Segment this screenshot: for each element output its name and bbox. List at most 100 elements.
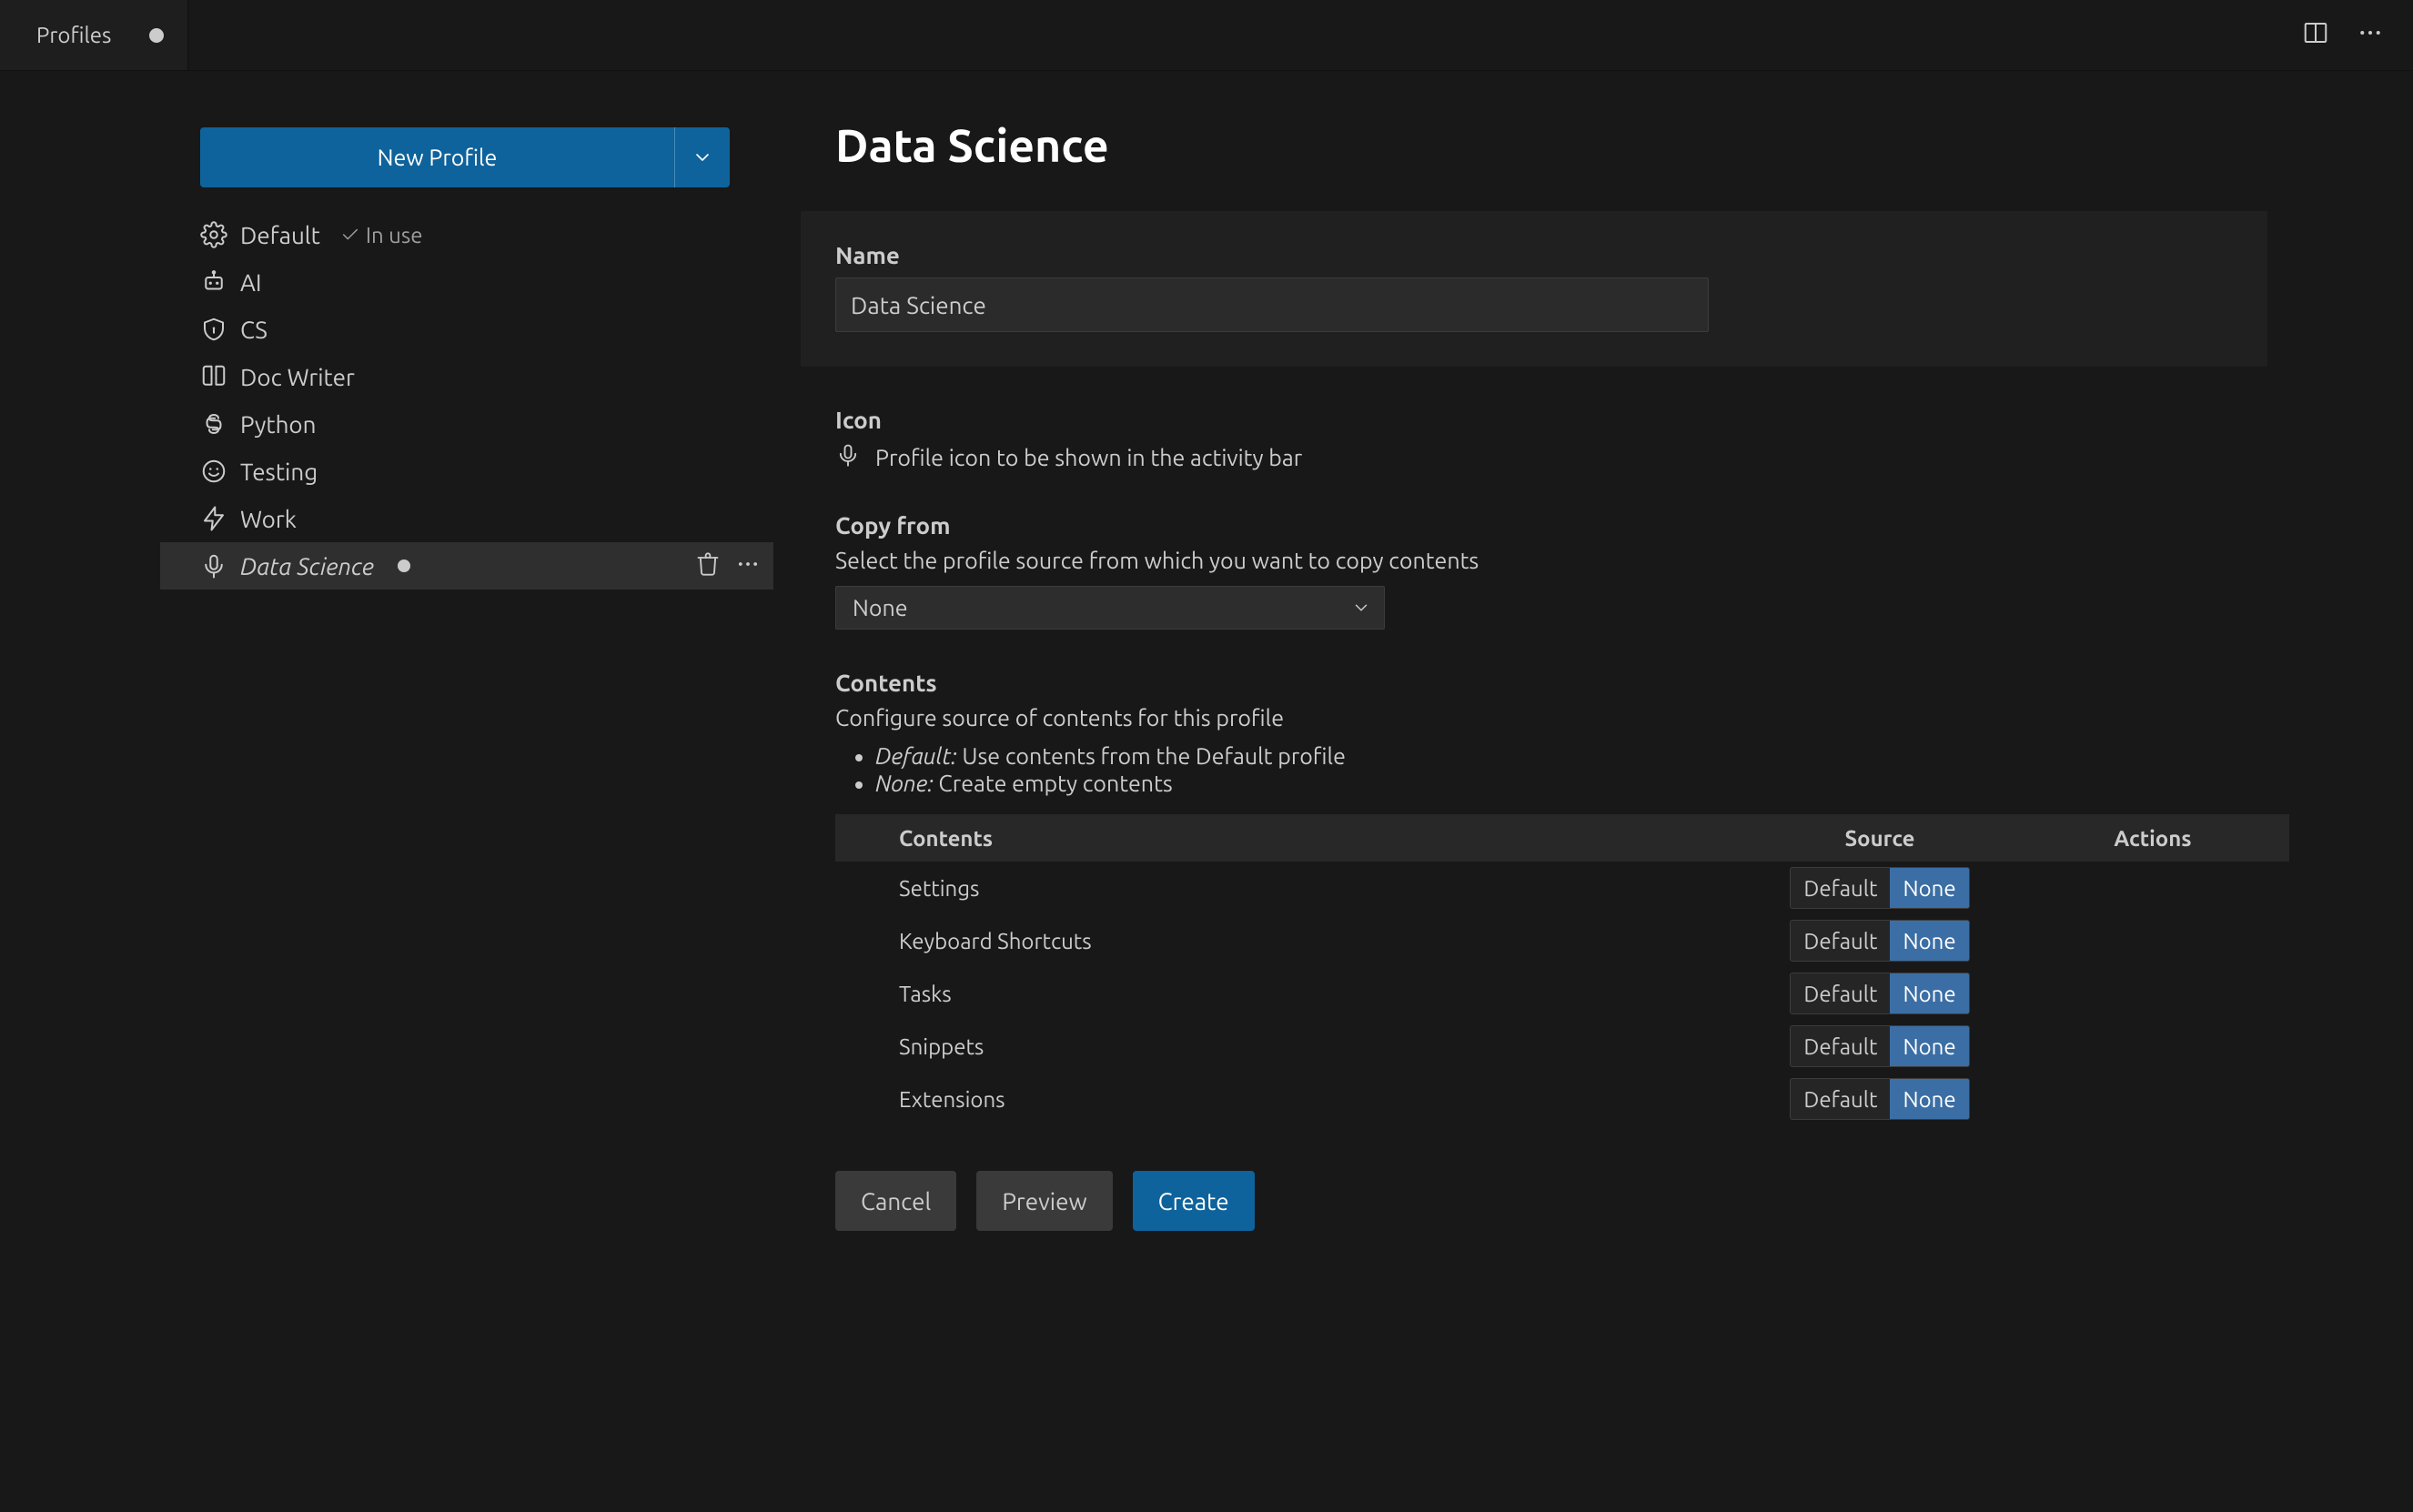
- contents-name: Snippets: [899, 1034, 1743, 1059]
- mic-icon: [835, 442, 861, 468]
- profiles-sidebar: New Profile Default In use AI: [200, 71, 773, 1512]
- profile-name: Data Science: [240, 553, 374, 580]
- robot-icon: [200, 268, 227, 296]
- smile-icon: [200, 458, 227, 485]
- source-cell: DefaultNone: [1743, 973, 2016, 1014]
- new-profile-label: New Profile: [200, 127, 675, 187]
- mic-icon: [200, 552, 227, 580]
- in-use-badge: In use: [340, 223, 423, 247]
- contents-name: Keyboard Shortcuts: [899, 929, 1743, 953]
- name-label: Name: [835, 242, 2233, 268]
- th-contents: Contents: [899, 826, 1743, 851]
- chevron-down-icon: [692, 146, 713, 168]
- source-toggle[interactable]: DefaultNone: [1790, 1078, 1969, 1120]
- profile-editor: Data Science Name Icon Profile icon to b…: [773, 71, 2302, 1512]
- bullet-default: Default: Use contents from the Default p…: [875, 743, 2193, 769]
- profile-item-default[interactable]: Default In use: [160, 211, 773, 258]
- cancel-button[interactable]: Cancel: [835, 1171, 956, 1231]
- table-row: Extensions DefaultNone: [835, 1073, 2289, 1125]
- icon-label: Icon: [835, 407, 2193, 433]
- source-toggle[interactable]: DefaultNone: [1790, 1025, 1969, 1067]
- source-toggle[interactable]: DefaultNone: [1790, 920, 1969, 962]
- tab-title: Profiles: [36, 23, 111, 47]
- create-button[interactable]: Create: [1133, 1171, 1255, 1231]
- preview-button[interactable]: Preview: [976, 1171, 1112, 1231]
- new-profile-button[interactable]: New Profile: [200, 127, 730, 187]
- dirty-indicator-icon: [398, 559, 410, 572]
- book-icon: [200, 363, 227, 390]
- profile-name: AI: [240, 269, 262, 296]
- profile-item-testing[interactable]: Testing: [160, 448, 773, 495]
- source-option-default[interactable]: Default: [1791, 921, 1890, 961]
- dropdown-selected-value: None: [853, 595, 908, 620]
- contents-name: Settings: [899, 876, 1743, 901]
- source-option-default[interactable]: Default: [1791, 1026, 1890, 1066]
- contents-bullets: Default: Use contents from the Default p…: [835, 743, 2193, 796]
- source-option-none[interactable]: None: [1890, 921, 1968, 961]
- editor-tab-profiles[interactable]: Profiles: [0, 0, 188, 70]
- copy-from-dropdown[interactable]: None: [835, 586, 1385, 630]
- table-row: Settings DefaultNone: [835, 862, 2289, 914]
- copy-from-label: Copy from: [835, 512, 2193, 539]
- snake-icon: [200, 410, 227, 438]
- title-bar: Profiles: [0, 0, 2413, 71]
- delete-profile-button[interactable]: [695, 551, 721, 581]
- trash-icon: [695, 551, 721, 577]
- table-row: Snippets DefaultNone: [835, 1020, 2289, 1073]
- copy-from-description: Select the profile source from which you…: [835, 548, 2193, 573]
- source-option-none[interactable]: None: [1890, 868, 1968, 908]
- source-cell: DefaultNone: [1743, 920, 2016, 962]
- profile-name: Default: [240, 222, 320, 248]
- profile-item-doc-writer[interactable]: Doc Writer: [160, 353, 773, 400]
- profile-item-ai[interactable]: AI: [160, 258, 773, 306]
- contents-description: Configure source of contents for this pr…: [835, 705, 2193, 731]
- check-icon: [340, 225, 360, 245]
- source-cell: DefaultNone: [1743, 1025, 2016, 1067]
- contents-name: Extensions: [899, 1087, 1743, 1112]
- profile-icon-button[interactable]: [835, 442, 861, 472]
- source-toggle[interactable]: DefaultNone: [1790, 973, 1969, 1014]
- profile-item-data-science[interactable]: Data Science: [160, 542, 773, 590]
- bullet-none: None: Create empty contents: [875, 771, 2193, 796]
- more-actions-icon[interactable]: [2357, 19, 2384, 51]
- contents-table: Contents Source Actions SettingsDefaultN…: [835, 814, 2289, 1125]
- profile-item-cs[interactable]: CS: [160, 306, 773, 353]
- new-profile-dropdown[interactable]: [675, 127, 730, 187]
- copy-from-section: Copy from Select the profile source from…: [835, 512, 2193, 630]
- profile-more-actions-button[interactable]: [735, 551, 761, 581]
- source-toggle[interactable]: DefaultNone: [1790, 867, 1969, 909]
- source-option-none[interactable]: None: [1890, 1026, 1968, 1066]
- profile-item-python[interactable]: Python: [160, 400, 773, 448]
- source-option-none[interactable]: None: [1890, 1079, 1968, 1119]
- gear-icon: [200, 221, 227, 248]
- bolt-icon: [200, 505, 227, 532]
- contents-name: Tasks: [899, 982, 1743, 1006]
- profile-item-work[interactable]: Work: [160, 495, 773, 542]
- contents-section: Contents Configure source of contents fo…: [835, 670, 2193, 1125]
- source-option-default[interactable]: Default: [1791, 868, 1890, 908]
- table-row: Tasks DefaultNone: [835, 967, 2289, 1020]
- icon-description: Profile icon to be shown in the activity…: [875, 445, 1302, 470]
- source-option-none[interactable]: None: [1890, 973, 1968, 1013]
- profile-list: Default In use AI CS: [160, 211, 773, 590]
- profile-name: Work: [240, 506, 297, 532]
- shield-icon: [200, 316, 227, 343]
- source-option-default[interactable]: Default: [1791, 973, 1890, 1013]
- table-header: Contents Source Actions: [835, 814, 2289, 862]
- source-option-default[interactable]: Default: [1791, 1079, 1890, 1119]
- contents-label: Contents: [835, 670, 2193, 696]
- name-section: Name: [801, 211, 2267, 367]
- source-cell: DefaultNone: [1743, 867, 2016, 909]
- icon-section: Icon Profile icon to be shown in the act…: [835, 407, 2193, 472]
- profile-name: Doc Writer: [240, 364, 355, 390]
- dirty-indicator-icon: [149, 28, 164, 43]
- profile-name: CS: [240, 317, 268, 343]
- chevron-down-icon: [1351, 598, 1371, 618]
- profile-name: Python: [240, 411, 317, 438]
- table-row: Keyboard Shortcuts DefaultNone: [835, 914, 2289, 967]
- profile-name-input[interactable]: [835, 277, 1709, 332]
- source-cell: DefaultNone: [1743, 1078, 2016, 1120]
- profile-name: Testing: [240, 459, 318, 485]
- action-buttons: Cancel Preview Create: [835, 1171, 2193, 1231]
- split-editor-icon[interactable]: [2302, 19, 2329, 51]
